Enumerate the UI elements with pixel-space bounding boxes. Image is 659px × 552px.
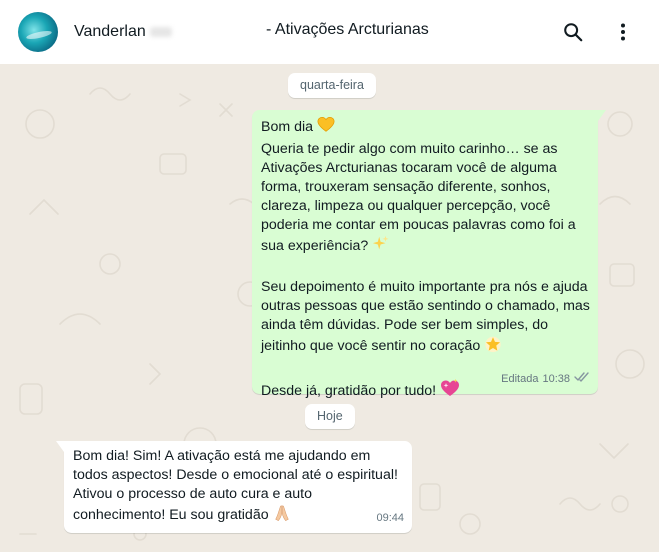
bubble-tail	[598, 110, 606, 121]
message-line: Ativou o processo de auto cura e auto	[73, 486, 312, 502]
name-redaction	[149, 26, 172, 37]
contact-name[interactable]: Vanderlan	[74, 23, 172, 41]
header-actions	[553, 12, 643, 52]
edited-label: Editada	[501, 373, 539, 385]
message-line: conhecimento! Eu sou gratidão	[73, 504, 403, 528]
message-line: forma, trouxeram sensação diferente, son…	[261, 179, 551, 195]
sparkling-heart-icon	[440, 378, 460, 404]
outgoing-message[interactable]: Bom dia Queria te pedir algo com muito c…	[252, 110, 606, 399]
date-chip: quarta-feira	[288, 73, 376, 98]
date-chip: Hoje	[305, 404, 355, 429]
more-vertical-icon[interactable]	[603, 12, 643, 52]
message-line: Ativações Arcturianas tocaram você de al…	[261, 160, 557, 176]
yellow-heart-icon	[317, 116, 335, 140]
chat-title: - Ativações Arcturianas	[266, 21, 429, 38]
message-meta: 09:44	[376, 509, 404, 528]
message-time: 09:44	[376, 512, 404, 524]
glowing-star-icon	[484, 335, 502, 359]
message-line: ainda têm dúvidas. Pode ser bem simples,…	[261, 317, 549, 333]
sparkles-icon	[372, 235, 390, 259]
message-line: todos aspectos! Desde o emocional até o …	[73, 467, 398, 483]
message-time: 10:38	[542, 373, 570, 385]
folded-hands-icon	[273, 504, 291, 528]
bubble-tail	[56, 441, 64, 452]
message-line: outras pessoas que estão sentindo o cham…	[261, 298, 590, 314]
double-check-icon	[574, 370, 590, 389]
message-line: sua experiência?	[261, 235, 589, 259]
search-icon[interactable]	[553, 12, 593, 52]
incoming-message[interactable]: Bom dia! Sim! A ativação está me ajudand…	[56, 441, 412, 533]
message-list[interactable]: quarta-feira Bom dia Queria te pedir alg…	[0, 64, 659, 552]
message-meta: Editada 10:38	[501, 370, 590, 389]
message-line: Seu depoimento é muito importante pra nó…	[261, 279, 588, 295]
message-line: Queria te pedir algo com muito carinho… …	[261, 141, 558, 157]
message-line: Bom dia	[261, 116, 589, 140]
message-line: jeitinho que você sentir no coração	[261, 335, 589, 359]
message-line: poderia me contar em poucas palavras com…	[261, 217, 576, 233]
message-line: Bom dia! Sim! A ativação está me ajudand…	[73, 448, 371, 464]
avatar[interactable]	[18, 12, 58, 52]
message-line: clareza, limpeza ou qualquer percepção, …	[261, 198, 551, 214]
chat-header: Vanderlan - Ativações Arcturianas	[0, 0, 659, 64]
